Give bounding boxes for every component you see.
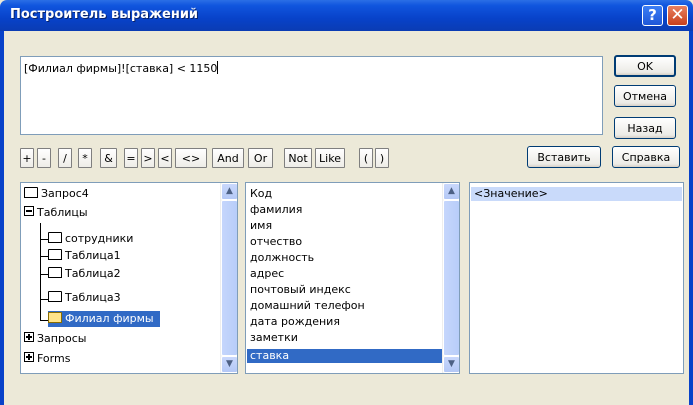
operator-less-button[interactable]: <	[158, 148, 172, 168]
folder-icon	[24, 187, 38, 198]
tree-item-label: Таблица3	[65, 291, 121, 304]
tree-line	[40, 299, 48, 300]
tree-line	[40, 223, 41, 321]
list-item[interactable]: домашний телефон	[250, 299, 365, 313]
operator-close-paren-button[interactable]: )	[375, 148, 389, 168]
scroll-up-icon[interactable]: ▲	[221, 183, 237, 200]
folder-icon	[48, 249, 62, 260]
folder-icon	[48, 232, 62, 243]
operator-like-button[interactable]: Like	[315, 148, 345, 168]
tree-line	[40, 320, 48, 321]
folder-icon	[48, 267, 62, 278]
window-title: Построитель выражений	[10, 7, 199, 22]
list-item[interactable]: дата рождения	[250, 315, 340, 329]
operator-notequal-button[interactable]: <>	[175, 148, 207, 168]
tree-item-table1[interactable]: Таблица1	[48, 248, 121, 264]
tree-item-query4[interactable]: Запрос4	[24, 186, 89, 202]
objects-tree[interactable]: Запрос4 Таблицы сотрудники Таблица1 Табл…	[20, 182, 238, 374]
expand-icon[interactable]	[24, 332, 34, 342]
list-item[interactable]: имя	[250, 219, 272, 233]
list-item[interactable]: адрес	[250, 267, 284, 281]
tree-item-label: Таблица1	[65, 249, 121, 262]
tree-item-forms[interactable]: Forms	[24, 351, 70, 367]
scroll-up-icon[interactable]: ▲	[443, 183, 459, 200]
scroll-down-icon[interactable]: ▼	[443, 356, 459, 373]
list-item[interactable]: Код	[250, 187, 272, 201]
operator-or-button[interactable]: Or	[248, 148, 273, 168]
list-item[interactable]: отчество	[250, 235, 302, 249]
operator-and-button[interactable]: And	[212, 148, 244, 168]
scroll-thumb[interactable]	[221, 200, 237, 356]
list-item[interactable]: должность	[250, 251, 314, 265]
tree-item-label: Таблица2	[65, 267, 121, 280]
tree-item-label: Таблицы	[37, 206, 88, 219]
tree-item-label: сотрудники	[65, 232, 134, 245]
expression-input[interactable]: [Филиал фирмы]![ставка] < 1150	[20, 56, 603, 135]
list-item[interactable]: почтовый индекс	[250, 283, 351, 297]
close-button[interactable]: ✕	[667, 5, 688, 26]
list-item-value[interactable]: <Значение>	[471, 187, 682, 201]
tree-item-table3[interactable]: Таблица3	[48, 290, 121, 306]
tree-item-label: Forms	[37, 352, 71, 365]
operator-multiply-button[interactable]: *	[78, 148, 92, 168]
tree-line	[40, 239, 48, 240]
operator-plus-button[interactable]: +	[20, 148, 34, 168]
fields-list[interactable]: Код фамилия имя отчество должность адрес…	[245, 182, 460, 374]
tree-item-queries[interactable]: Запросы	[24, 331, 86, 347]
list-item[interactable]: заметки	[250, 331, 298, 345]
operator-open-paren-button[interactable]: (	[359, 148, 373, 168]
list-item-selected[interactable]: ставка	[247, 349, 443, 363]
tree-line	[40, 274, 48, 275]
scroll-thumb[interactable]	[443, 200, 459, 356]
tree-item-label: Филиал фирмы	[65, 312, 154, 325]
back-button[interactable]: Назад	[614, 117, 676, 139]
values-list[interactable]: <Значение>	[469, 182, 684, 374]
operator-divide-button[interactable]: /	[58, 148, 72, 168]
operator-greater-button[interactable]: >	[141, 148, 155, 168]
operator-concat-button[interactable]: &	[100, 148, 117, 168]
window-frame-right	[689, 31, 693, 405]
tree-item-label: Запрос4	[41, 187, 89, 200]
ok-button[interactable]: OK	[614, 55, 676, 77]
expand-icon[interactable]	[24, 352, 34, 362]
window-frame-left	[0, 31, 4, 405]
title-bar[interactable]: Построитель выражений ? ✕	[0, 0, 693, 31]
insert-button[interactable]: Вставить	[527, 146, 601, 168]
tree-item-table2[interactable]: Таблица2	[48, 266, 121, 282]
list-item[interactable]: фамилия	[250, 203, 302, 217]
tree-item-tables[interactable]: Таблицы	[24, 205, 88, 221]
tree-line	[40, 256, 48, 257]
open-folder-icon	[48, 312, 62, 323]
tree-scrollbar[interactable]: ▲ ▼	[220, 183, 237, 373]
text-caret	[217, 61, 219, 74]
tree-item-employees[interactable]: сотрудники	[48, 231, 133, 247]
folder-icon	[48, 291, 62, 302]
cancel-button[interactable]: Отмена	[614, 85, 676, 107]
help-button[interactable]: Справка	[612, 146, 680, 168]
expression-text: [Филиал фирмы]![ставка] < 1150	[24, 62, 218, 75]
operator-not-button[interactable]: Not	[284, 148, 312, 168]
tree-item-label: Запросы	[37, 332, 87, 345]
tree-item-branch-office[interactable]: Филиал фирмы	[48, 311, 160, 327]
collapse-icon[interactable]	[24, 206, 34, 216]
operator-equals-button[interactable]: =	[124, 148, 138, 168]
operator-minus-button[interactable]: -	[37, 148, 51, 168]
scroll-down-icon[interactable]: ▼	[221, 356, 237, 373]
help-title-button[interactable]: ?	[642, 5, 663, 26]
fields-scrollbar[interactable]: ▲ ▼	[442, 183, 459, 373]
